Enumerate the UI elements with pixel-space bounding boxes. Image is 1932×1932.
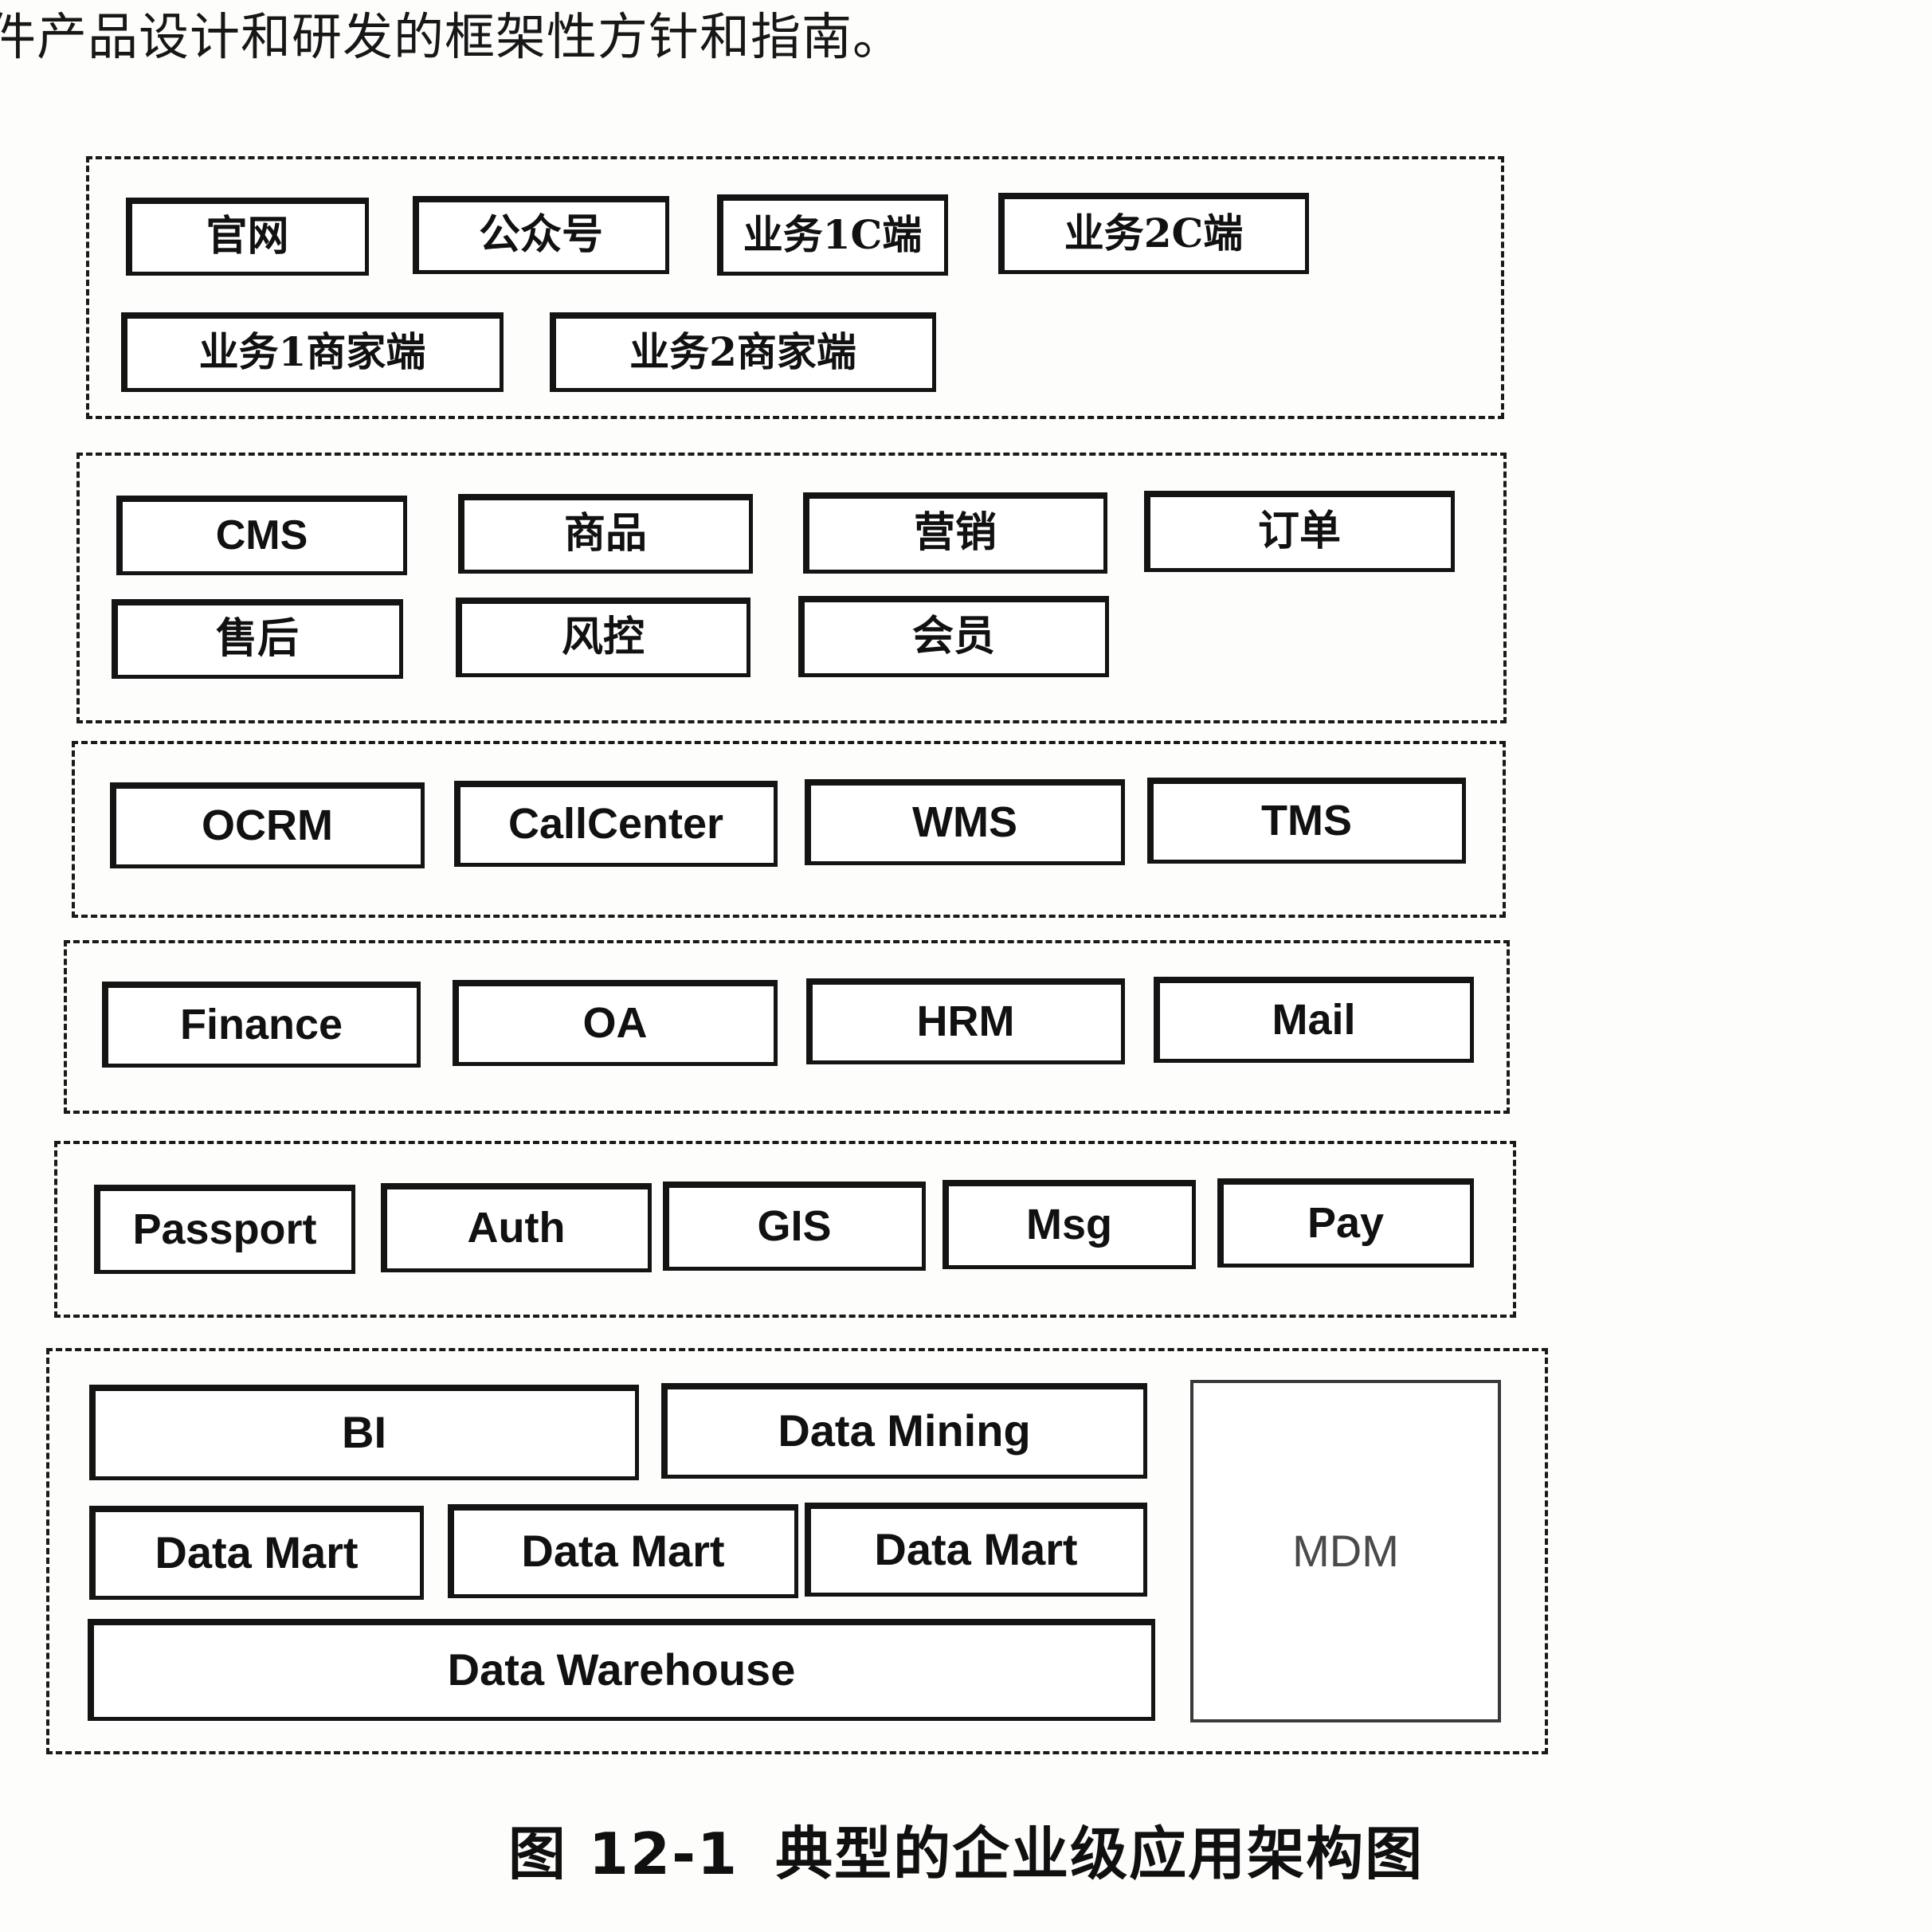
component-box-mail[interactable]: Mail <box>1154 977 1474 1063</box>
component-box-pay[interactable]: Pay <box>1217 1178 1474 1268</box>
component-box-1[interactable]: 业务1商家端 <box>121 312 504 392</box>
component-box-1[interactable]: 公众号 <box>413 196 669 274</box>
component-box-10[interactable]: 售后 <box>112 599 403 679</box>
component-box-9[interactable]: 订单 <box>1144 491 1455 572</box>
component-box-ocrm[interactable]: OCRM <box>110 782 425 868</box>
figure-title: 典型的企业级应用架构图 <box>775 1820 1425 1887</box>
component-box-passport[interactable]: Passport <box>94 1185 355 1274</box>
component-box-data-mart[interactable]: Data Mart <box>448 1504 798 1598</box>
component-box-tms[interactable]: TMS <box>1147 778 1466 864</box>
figure-caption: 图 12-1 典型的企业级应用架构图 <box>0 1807 1932 1891</box>
component-box-data-mining[interactable]: Data Mining <box>661 1383 1147 1479</box>
diagram-page: 件产品设计和研发的框架性方针和指南。 官网 公众号 业务1C端 业务2C端业务1商家端… <box>0 0 1932 1932</box>
component-box-1c[interactable]: 业务1C端 <box>717 194 948 276</box>
component-box-data-mart[interactable]: Data Mart <box>805 1503 1147 1597</box>
component-box-data-mart[interactable]: Data Mart <box>89 1506 424 1600</box>
component-box-2c[interactable]: 业务2C端 <box>998 193 1309 274</box>
component-box-wms[interactable]: WMS <box>805 779 1125 865</box>
component-box-auth[interactable]: Auth <box>381 1183 652 1272</box>
component-box-hrm[interactable]: HRM <box>806 978 1125 1064</box>
component-box-11[interactable]: 风控 <box>456 598 750 677</box>
component-box-callcenter[interactable]: CallCenter <box>454 781 778 867</box>
component-box-0[interactable]: 官网 <box>126 198 369 276</box>
component-box-8[interactable]: 营销 <box>803 492 1107 574</box>
component-box-cms[interactable]: CMS <box>116 496 407 575</box>
component-box-12[interactable]: 会员 <box>798 596 1109 677</box>
component-box-mdm[interactable]: MDM <box>1190 1380 1501 1722</box>
component-box-gis[interactable]: GIS <box>663 1182 926 1271</box>
component-box-finance[interactable]: Finance <box>102 982 421 1068</box>
component-box-oa[interactable]: OA <box>453 980 778 1066</box>
component-box-data-warehouse[interactable]: Data Warehouse <box>88 1619 1155 1721</box>
component-box-7[interactable]: 商品 <box>458 494 753 574</box>
component-box-bi[interactable]: BI <box>89 1385 639 1480</box>
figure-number: 图 12-1 <box>507 1820 739 1887</box>
component-box-msg[interactable]: Msg <box>942 1180 1196 1269</box>
intro-paragraph: 件产品设计和研发的框架性方针和指南。 <box>0 8 903 66</box>
component-box-2[interactable]: 业务2商家端 <box>550 312 936 392</box>
